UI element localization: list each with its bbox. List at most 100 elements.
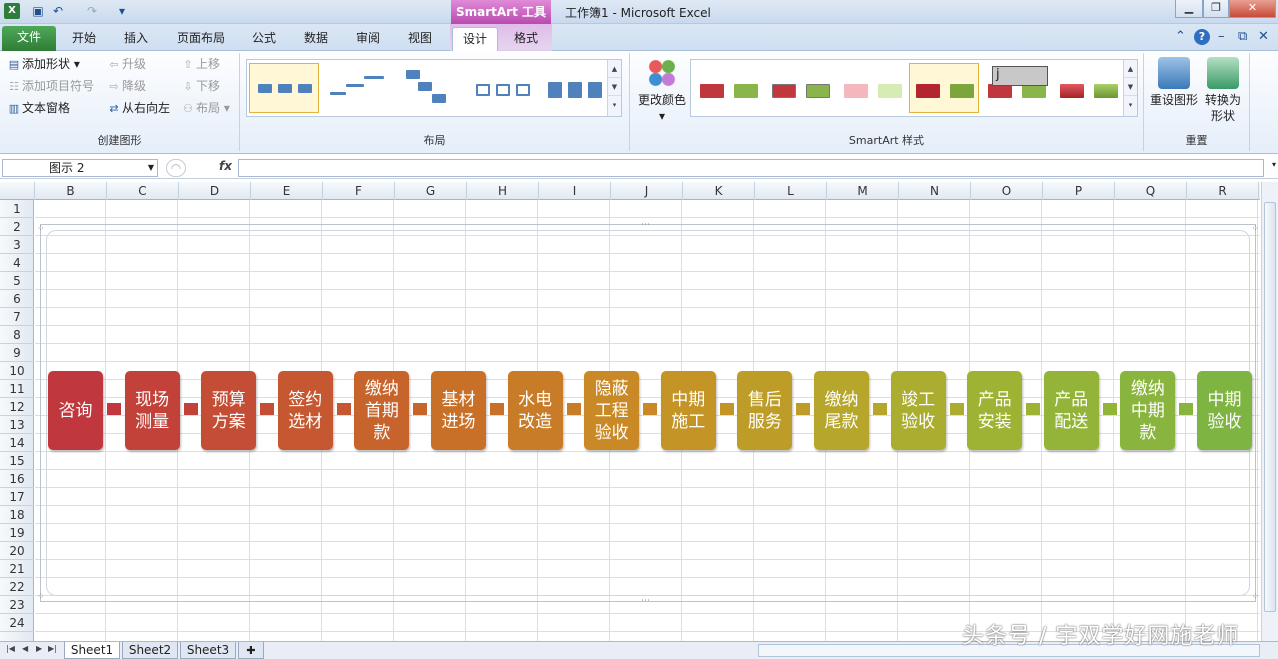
right-to-left-button[interactable]: ⇄ 从右向左 bbox=[106, 99, 170, 117]
row-header[interactable]: 10 bbox=[0, 362, 34, 380]
row-header[interactable]: 15 bbox=[0, 452, 34, 470]
column-header[interactable]: I bbox=[539, 182, 611, 200]
tab-file[interactable]: 文件 bbox=[2, 26, 56, 51]
process-step[interactable]: 水电 改造 bbox=[507, 371, 563, 450]
move-up-button[interactable]: ⇧ 上移 bbox=[180, 55, 220, 73]
name-box[interactable]: 图示 2 ▼ bbox=[2, 159, 158, 177]
style-white-outline[interactable] bbox=[765, 63, 835, 113]
top-right-resize-handle[interactable]: ⁘ bbox=[1251, 225, 1259, 234]
process-step[interactable]: 中期 施工 bbox=[660, 371, 716, 450]
style-subtle-effect[interactable] bbox=[837, 63, 907, 113]
undo-icon[interactable]: ↶ bbox=[50, 3, 66, 19]
save-icon[interactable]: ▣ bbox=[30, 3, 46, 19]
workbook-restore-icon[interactable]: ⧉ bbox=[1238, 29, 1247, 45]
layout-button[interactable]: ⚇ 布局 ▾ bbox=[180, 99, 230, 117]
expand-formula-bar-icon[interactable]: ▾ bbox=[1272, 160, 1276, 169]
bottom-resize-handle[interactable]: ⋯ bbox=[641, 597, 650, 606]
layout-basic-process[interactable] bbox=[249, 63, 319, 113]
workbook-close-icon[interactable]: ✕ bbox=[1258, 29, 1269, 45]
process-step[interactable]: 现场 测量 bbox=[124, 371, 180, 450]
row-header[interactable]: 20 bbox=[0, 542, 34, 560]
layout-alternating-flow[interactable] bbox=[469, 63, 539, 113]
minimize-button[interactable]: ▁ bbox=[1175, 0, 1203, 18]
column-header[interactable]: B bbox=[35, 182, 107, 200]
first-sheet-nav-icon[interactable]: |◀ bbox=[6, 644, 15, 653]
column-header[interactable]: P bbox=[1043, 182, 1115, 200]
layouts-gallery[interactable]: ▲ ▼ ▾ bbox=[246, 59, 622, 117]
row-header[interactable]: 11 bbox=[0, 380, 34, 398]
column-header[interactable]: Q bbox=[1115, 182, 1187, 200]
row-header[interactable]: 6 bbox=[0, 290, 34, 308]
sheet-tab-sheet3[interactable]: Sheet3 bbox=[180, 642, 236, 659]
styles-gallery[interactable]: ▲ ▼ ▾ bbox=[690, 59, 1138, 117]
last-sheet-nav-icon[interactable]: ▶| bbox=[48, 644, 57, 653]
row-header[interactable]: 17 bbox=[0, 488, 34, 506]
row-header[interactable]: 21 bbox=[0, 560, 34, 578]
row-header[interactable]: 4 bbox=[0, 254, 34, 272]
column-header[interactable]: E bbox=[251, 182, 323, 200]
process-step[interactable]: 产品 配送 bbox=[1043, 371, 1099, 450]
column-header[interactable]: R bbox=[1187, 182, 1259, 200]
prev-sheet-nav-icon[interactable]: ◀ bbox=[22, 644, 28, 653]
layout-continuous-block[interactable] bbox=[541, 63, 611, 113]
sheet-tab-sheet1[interactable]: Sheet1 bbox=[64, 642, 120, 659]
process-step[interactable]: 竣工 验收 bbox=[890, 371, 946, 450]
column-header[interactable]: L bbox=[755, 182, 827, 200]
layouts-gallery-scroll[interactable]: ▲ ▼ ▾ bbox=[607, 60, 621, 116]
process-step[interactable]: 咨询 bbox=[48, 371, 103, 450]
column-header[interactable]: G bbox=[395, 182, 467, 200]
process-step[interactable]: 基材 进场 bbox=[431, 371, 486, 450]
smartart-frame[interactable]: ⋯ ⋯ ⁘ ⁘ ⁘ ⁘ 咨询 现场 测量 预算 方案 签约 选材 缴纳 首期 款基材 进… bbox=[37, 221, 1259, 606]
row-header[interactable]: 24 bbox=[0, 614, 34, 632]
formula-input[interactable] bbox=[238, 159, 1264, 177]
tab-format[interactable]: 格式 bbox=[504, 27, 548, 51]
vertical-scroll-thumb[interactable] bbox=[1264, 202, 1276, 612]
minimize-ribbon-icon[interactable]: ⌃ bbox=[1175, 29, 1186, 45]
column-header[interactable]: O bbox=[971, 182, 1043, 200]
row-header[interactable]: 13 bbox=[0, 416, 34, 434]
process-step[interactable]: 售后 服务 bbox=[737, 371, 793, 450]
top-left-resize-handle[interactable]: ⁘ bbox=[37, 225, 45, 234]
customize-toolbar-icon[interactable]: ▾ bbox=[114, 3, 130, 19]
style-polished[interactable] bbox=[1053, 63, 1123, 113]
change-colors-button[interactable]: 更改颜色 ▾ bbox=[634, 57, 690, 124]
row-header[interactable]: 8 bbox=[0, 326, 34, 344]
row-header[interactable]: 18 bbox=[0, 506, 34, 524]
next-sheet-nav-icon[interactable]: ▶ bbox=[36, 644, 42, 653]
row-header[interactable]: 9 bbox=[0, 344, 34, 362]
process-step[interactable]: 隐蔽 工程 验收 bbox=[584, 371, 640, 450]
bottom-left-resize-handle[interactable]: ⁘ bbox=[37, 593, 45, 602]
row-header[interactable]: 7 bbox=[0, 308, 34, 326]
reset-graphic-button[interactable]: 重设图形 bbox=[1148, 57, 1200, 108]
process-step[interactable]: 签约 选材 bbox=[277, 371, 333, 450]
excel-app-icon[interactable]: X bbox=[4, 3, 20, 19]
column-header[interactable]: D bbox=[179, 182, 251, 200]
tab-design[interactable]: 设计 bbox=[452, 27, 498, 52]
process-step[interactable]: 缴纳 首期 款 bbox=[354, 371, 410, 450]
sheet-tab-sheet2[interactable]: Sheet2 bbox=[122, 642, 178, 659]
process-step[interactable]: 中期 验收 bbox=[1197, 371, 1252, 450]
workbook-minimize-icon[interactable]: – bbox=[1218, 29, 1225, 45]
convert-to-shapes-button[interactable]: 转换为形状 bbox=[1202, 57, 1244, 124]
process-step[interactable]: 缴纳 中期 款 bbox=[1120, 371, 1176, 450]
demote-button[interactable]: ⇨ 降级 bbox=[106, 77, 146, 95]
layout-step-down-process[interactable] bbox=[395, 63, 465, 113]
add-shape-button[interactable]: ▤ 添加形状 ▾ bbox=[6, 55, 80, 73]
insert-sheet-icon[interactable]: ✚ bbox=[238, 642, 264, 659]
row-header[interactable]: 3 bbox=[0, 236, 34, 254]
column-header[interactable]: N bbox=[899, 182, 971, 200]
process-step[interactable]: 预算 方案 bbox=[201, 371, 257, 450]
bottom-right-resize-handle[interactable]: ⁘ bbox=[1251, 593, 1259, 602]
text-pane-button[interactable]: ▥ 文本窗格 bbox=[6, 99, 70, 117]
style-moderate-effect[interactable] bbox=[909, 63, 979, 113]
move-down-button[interactable]: ⇩ 下移 bbox=[180, 77, 220, 95]
close-button[interactable]: ✕ bbox=[1229, 0, 1276, 18]
row-header[interactable]: 12 bbox=[0, 398, 34, 416]
row-header[interactable]: 2 bbox=[0, 218, 34, 236]
row-header[interactable]: 1 bbox=[0, 200, 34, 218]
tab-data[interactable]: 数据 bbox=[294, 27, 338, 51]
row-header[interactable]: 22 bbox=[0, 578, 34, 596]
tab-formulas[interactable]: 公式 bbox=[242, 27, 286, 51]
tab-page-layout[interactable]: 页面布局 bbox=[168, 27, 234, 51]
restore-button[interactable]: ❐ bbox=[1203, 0, 1229, 18]
